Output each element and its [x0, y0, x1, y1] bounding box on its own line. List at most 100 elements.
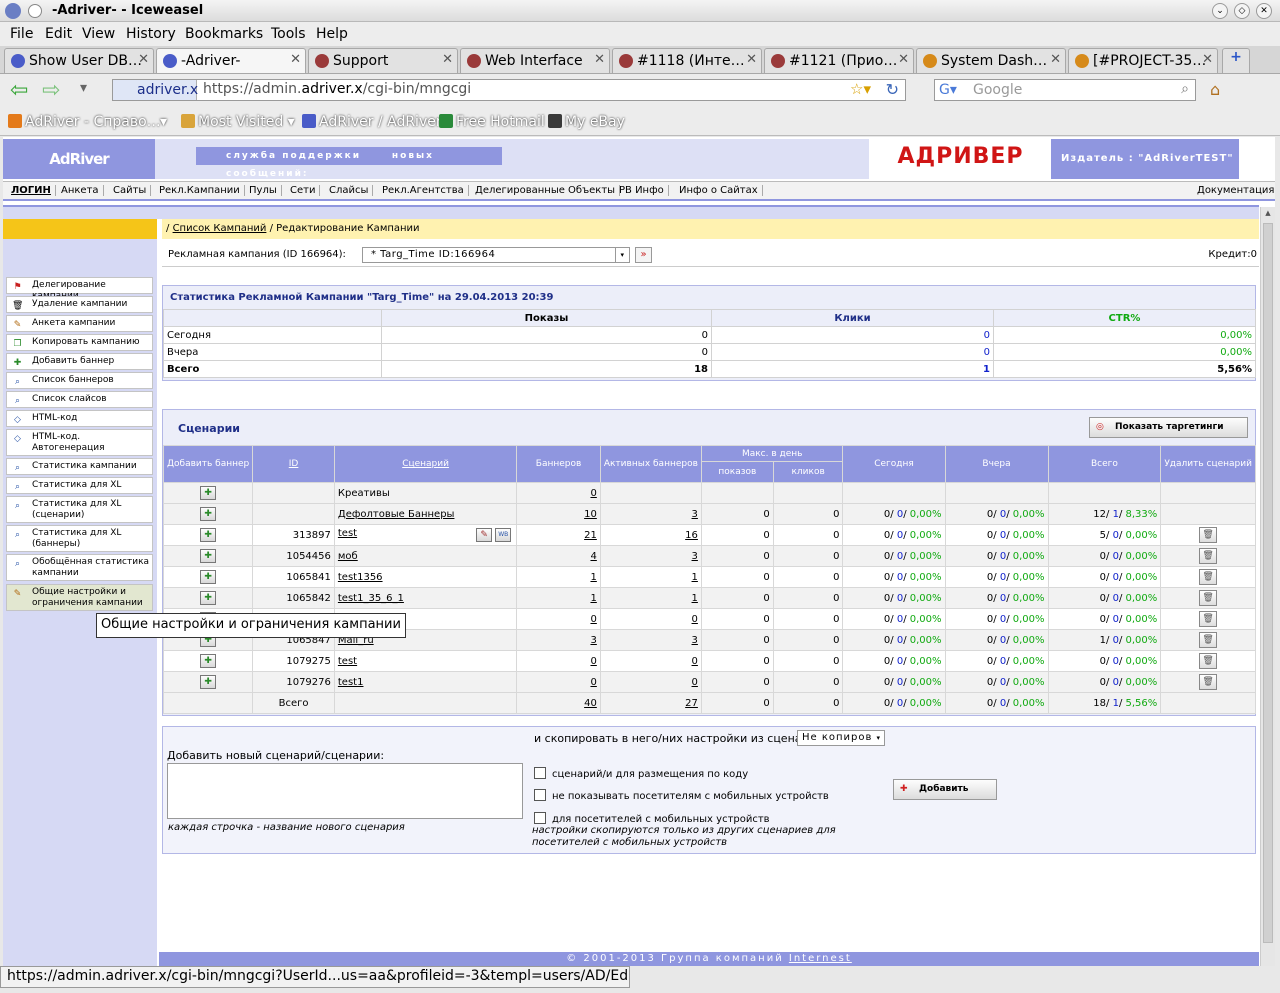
window-menu-button[interactable] — [28, 4, 42, 18]
minimize-button[interactable]: ⌄ — [1212, 3, 1228, 19]
scenario-link[interactable]: моб — [338, 551, 358, 562]
new-scenarios-textarea[interactable] — [167, 763, 523, 819]
menu-tools[interactable]: Tools — [271, 26, 306, 42]
close-tab-icon[interactable]: ✕ — [138, 52, 149, 67]
close-tab-icon[interactable]: ✕ — [898, 52, 909, 67]
close-tab-icon[interactable]: ✕ — [594, 52, 605, 67]
sidebar-html-code[interactable]: ◇ HTML-код — [6, 410, 153, 427]
add-banner-button[interactable]: ✚ — [200, 654, 217, 668]
search-input[interactable]: G▾ Google ⌕ — [934, 79, 1196, 101]
site-identity[interactable]: adriver.x — [113, 80, 198, 100]
add-banner-button[interactable]: ✚ — [200, 486, 217, 500]
nav-docs[interactable]: Документация — [1193, 185, 1275, 196]
banners-count-link[interactable]: 3 — [516, 629, 601, 651]
search-engine-icon[interactable]: G▾ — [939, 82, 957, 98]
tab-1118[interactable]: #1118 (Инте… ✕ — [612, 48, 762, 73]
reload-icon[interactable]: ↻ — [886, 80, 899, 99]
delete-scenario-button[interactable]: 🗑 — [1199, 590, 1218, 606]
menu-bookmarks[interactable]: Bookmarks — [185, 26, 263, 42]
footer-link[interactable]: Internest — [789, 953, 852, 964]
nav-slices[interactable]: Слайсы — [325, 185, 374, 196]
adriver-logo[interactable]: AdRiver — [3, 139, 155, 179]
nav-delegated[interactable]: Делегированные Объекты — [471, 185, 621, 196]
sidebar-xl-stats[interactable]: ⌕ Статистика для XL — [6, 477, 153, 494]
active-banners-link[interactable]: 16 — [599, 524, 702, 546]
show-targeting-button[interactable]: ◎ Показать таргетинги — [1089, 417, 1248, 438]
add-scenario-button[interactable]: ✚ Добавить — [893, 779, 997, 800]
nav-pools[interactable]: Пулы — [245, 185, 282, 196]
mobile-checkbox[interactable] — [534, 812, 546, 824]
code-placement-checkbox[interactable] — [534, 767, 546, 779]
banners-count-link[interactable]: 1 — [516, 587, 601, 609]
banners-count-link[interactable]: 21 — [516, 524, 601, 546]
sidebar-delegate[interactable]: ⚑Делегирование кампании — [6, 277, 153, 301]
bookmark-most-visited-folder[interactable]: Most Visited ▾ — [181, 114, 295, 130]
sidebar-slice-list[interactable]: ⌕ Список слайсов — [6, 391, 153, 408]
close-tab-icon[interactable]: ✕ — [1050, 52, 1061, 67]
menu-help[interactable]: Help — [316, 26, 348, 42]
tab-adriver[interactable]: -Adriver- ✕ — [156, 48, 306, 73]
sidebar-banner-list[interactable]: ⌕ Список баннеров — [6, 372, 153, 389]
copy-from-select[interactable]: Не копиров ▾ — [797, 730, 885, 746]
delete-scenario-button[interactable]: 🗑 — [1199, 527, 1218, 543]
scenario-link[interactable]: test — [338, 528, 357, 539]
add-banner-button[interactable]: ✚ — [200, 570, 217, 584]
sidebar-summary-stats[interactable]: ⌕ Обобщённая статистика кампании — [6, 554, 153, 581]
opt-by-code[interactable]: сценарий/и для размещения по коду — [534, 767, 748, 780]
creatives-banners[interactable]: 0 — [516, 482, 601, 504]
add-banner-button[interactable]: ✚ — [200, 528, 217, 542]
url-bar[interactable]: adriver.x https://admin.adriver.x/cgi-bi… — [112, 79, 906, 101]
menu-history[interactable]: History — [126, 26, 176, 42]
close-tab-icon[interactable]: ✕ — [442, 52, 453, 67]
delete-scenario-button[interactable]: 🗑 — [1199, 569, 1218, 585]
bookmark-most-visited[interactable]: ▾ — [160, 114, 167, 130]
close-tab-icon[interactable]: ✕ — [290, 52, 301, 67]
bookmark-adriver[interactable]: AdRiver / AdRiver — [302, 114, 442, 130]
add-banner-button[interactable]: ✚ — [200, 549, 217, 563]
banners-count-link[interactable]: 4 — [516, 545, 601, 567]
scroll-thumb[interactable] — [1263, 223, 1273, 943]
nav-rv-info[interactable]: РВ Инфо — [615, 185, 669, 196]
nav-profile[interactable]: Анкета — [57, 185, 104, 196]
active-banners-link[interactable]: 1 — [599, 587, 702, 609]
add-banner-button[interactable]: ✚ — [200, 507, 217, 521]
page-scrollbar[interactable]: ▲ — [1260, 207, 1275, 966]
opt-no-mobile[interactable]: не показывать посетителям с мобильных ус… — [534, 789, 829, 802]
history-dropdown-icon[interactable]: ▾ — [80, 80, 87, 96]
bookmark-free-hotmail[interactable]: Free Hotmail — [439, 114, 545, 130]
scenario-link[interactable]: test1356 — [338, 572, 383, 583]
sort-by-scenario[interactable]: Сценарий — [402, 459, 449, 469]
sidebar-xl-stats-scenarios[interactable]: ⌕ Статистика для XL (сценарии) — [6, 496, 153, 523]
nav-agencies[interactable]: Рекл.Агентства — [378, 185, 469, 196]
opt-mobile[interactable]: для посетителей с мобильных устройств — [534, 812, 770, 825]
sidebar-copy[interactable]: ❐ Копировать кампанию — [6, 334, 153, 351]
active-banners-link[interactable]: 3 — [599, 503, 702, 525]
tab-project[interactable]: [#PROJECT-35… ✕ — [1068, 48, 1218, 73]
campaign-select[interactable]: * Targ_Time ID:166964 ▾ — [362, 247, 630, 263]
add-banner-button[interactable]: ✚ — [200, 675, 217, 689]
add-banner-button[interactable]: ✚ — [200, 591, 217, 605]
sidebar-campaign-stats[interactable]: ⌕ Статистика кампании — [6, 458, 153, 475]
tab-support[interactable]: Support ✕ — [308, 48, 458, 73]
bookmark-my-ebay[interactable]: My eBay — [548, 114, 625, 130]
banners-count-link[interactable]: 10 — [516, 503, 601, 525]
web-scenario-icon[interactable]: WB — [495, 528, 512, 542]
scenario-link[interactable]: test1 — [338, 677, 364, 688]
new-tab-button[interactable]: + — [1222, 48, 1250, 73]
delete-scenario-button[interactable]: 🗑 — [1199, 611, 1218, 627]
active-banners-link[interactable]: 0 — [599, 671, 702, 693]
active-banners-link[interactable]: 3 — [599, 629, 702, 651]
edit-scenario-icon[interactable]: ✎ — [476, 528, 493, 542]
nav-campaigns[interactable]: Рекл.Кампании — [155, 185, 245, 196]
sidebar-xl-stats-banners[interactable]: ⌕ Статистика для XL (баннеры) — [6, 525, 153, 552]
active-banners-link[interactable]: 1 — [599, 566, 702, 588]
sidebar-delete[interactable]: 🗑 Удаление кампании — [6, 296, 153, 313]
sidebar-general-settings[interactable]: ✎ Общие настройки и ограничения кампании — [6, 584, 153, 611]
forward-arrow-icon[interactable]: ⇨ — [42, 78, 60, 103]
delete-scenario-button[interactable]: 🗑 — [1199, 653, 1218, 669]
back-arrow-icon[interactable]: ⇦ — [10, 78, 28, 103]
nav-networks[interactable]: Сети — [286, 185, 321, 196]
delete-scenario-button[interactable]: 🗑 — [1199, 632, 1218, 648]
go-button[interactable]: » — [635, 247, 652, 263]
no-mobile-checkbox[interactable] — [534, 789, 546, 801]
